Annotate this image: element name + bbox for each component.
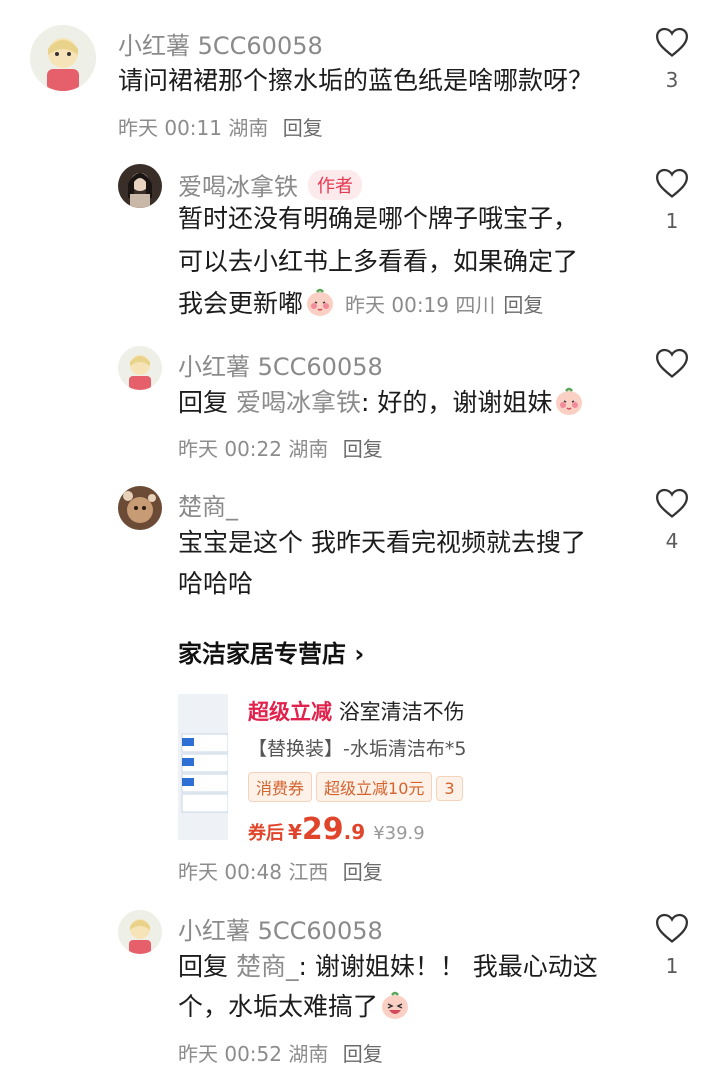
avatar[interactable] xyxy=(118,346,162,390)
username[interactable]: 爱喝冰拿铁 作者 xyxy=(178,167,362,202)
comment-text: 我会更新嘟 xyxy=(178,289,304,318)
comment-text: 回复 爱喝冰拿铁: 好的，谢谢姐妹 xyxy=(178,384,584,422)
timestamp: 昨天 00:19 xyxy=(345,293,450,317)
product-price: 券后 ¥29.9 ¥39.9 xyxy=(248,812,425,847)
comment-meta: 昨天 00:11 湖南 回复 xyxy=(118,112,323,141)
comment-meta: 昨天 00:52 湖南 回复 xyxy=(178,1038,383,1067)
location: 湖南 xyxy=(288,1042,329,1066)
author-badge: 作者 xyxy=(308,170,362,200)
like-button[interactable]: 1 xyxy=(652,167,692,233)
product-subtitle: 【替换装】-水垢清洁布*5 xyxy=(248,738,467,760)
username[interactable]: 小红薯 5CC60058 xyxy=(178,911,383,946)
comment-text: 可以去小红书上多看看，如果确定了 xyxy=(178,247,579,276)
promo-tag: 3 xyxy=(436,776,463,801)
reply-button[interactable]: 回复 xyxy=(343,1042,383,1066)
product-title: 超级立减 浴室清洁不伤 xyxy=(248,696,465,726)
location: 四川 xyxy=(455,293,496,317)
promo-tags: 消费券 超级立减10元 3 xyxy=(248,772,467,802)
comment-meta: 昨天 00:48 江西 回复 xyxy=(178,856,383,885)
product-title-text: 浴室清洁不伤 xyxy=(338,700,465,724)
comment-meta: 昨天 00:19 四川 回复 xyxy=(345,293,543,317)
comment-text: 宝宝是这个 我昨天看完视频就去搜了 xyxy=(178,528,586,557)
heart-icon xyxy=(655,348,689,378)
like-count: 4 xyxy=(665,529,679,553)
heart-icon xyxy=(655,913,689,943)
comment-text-last-line: 我会更新嘟 昨天 00:19 四川 回复 xyxy=(178,285,543,324)
like-button[interactable] xyxy=(652,347,692,379)
original-price: ¥39.9 xyxy=(373,823,425,844)
reply-button[interactable]: 回复 xyxy=(343,860,383,884)
like-count: 3 xyxy=(665,68,679,92)
shy-blush-emoji xyxy=(305,287,335,317)
like-button[interactable]: 3 xyxy=(652,26,692,92)
laughing-emoji xyxy=(380,990,410,1020)
timestamp: 昨天 00:48 xyxy=(178,860,282,884)
avatar[interactable] xyxy=(30,25,96,91)
reply-text: : 谢谢姐妹！！ 我最心动这 xyxy=(298,952,598,981)
reply-target-username[interactable]: 楚商_ xyxy=(236,952,299,981)
timestamp: 昨天 00:52 xyxy=(178,1042,282,1066)
heart-icon xyxy=(655,27,689,57)
reply-text: 个，水垢太难搞了 xyxy=(178,992,379,1021)
reply-button[interactable]: 回复 xyxy=(343,437,383,461)
avatar[interactable] xyxy=(118,164,162,208)
location: 湖南 xyxy=(288,437,329,461)
like-button[interactable]: 1 xyxy=(652,912,692,978)
reply-target-username[interactable]: 爱喝冰拿铁 xyxy=(236,388,361,417)
like-count: 1 xyxy=(665,209,679,233)
reply-text: : 好的，谢谢姐妹 xyxy=(360,388,553,417)
comment-text: 回复 楚商_: 谢谢姐妹！！ 我最心动这 xyxy=(178,948,598,986)
username-text[interactable]: 爱喝冰拿铁 xyxy=(178,173,298,201)
username[interactable]: 楚商_ xyxy=(178,487,238,522)
price-decimal: .9 xyxy=(343,820,366,844)
price-integer: 29 xyxy=(301,812,344,847)
promo-tag: 消费券 xyxy=(248,772,313,802)
comment-text: 请问裙裙那个擦水垢的蓝色纸是啥哪款呀？ xyxy=(118,66,594,95)
heart-icon xyxy=(655,488,689,518)
price-prefix: 券后 xyxy=(248,823,284,844)
reply-prefix: 回复 xyxy=(178,952,229,981)
reply-prefix: 回复 xyxy=(178,388,229,417)
promo-highlight: 超级立减 xyxy=(248,700,332,724)
comment-text: 个，水垢太难搞了 xyxy=(178,988,410,1026)
reply-button[interactable]: 回复 xyxy=(503,293,543,317)
username[interactable]: 小红薯 5CC60058 xyxy=(118,26,323,61)
avatar[interactable] xyxy=(118,910,162,954)
timestamp: 昨天 00:11 xyxy=(118,116,222,140)
like-button[interactable]: 4 xyxy=(652,487,692,553)
reply-button[interactable]: 回复 xyxy=(283,116,323,140)
currency-symbol: ¥ xyxy=(288,820,302,844)
shy-blush-emoji xyxy=(554,386,584,416)
shop-name-link[interactable]: 家洁家居专营店 › xyxy=(178,634,364,669)
comment-meta: 昨天 00:22 湖南 回复 xyxy=(178,433,383,462)
product-card[interactable]: 家洁家居专营店 › 超级立减 浴室清洁不伤 【替换装】-水垢清洁布*5 消费券超… xyxy=(178,622,474,850)
promo-tag: 超级立减10元 xyxy=(316,772,433,802)
comment-text: 哈哈哈 xyxy=(178,569,254,598)
location: 湖南 xyxy=(228,116,269,140)
like-count: 1 xyxy=(665,954,679,978)
timestamp: 昨天 00:22 xyxy=(178,437,282,461)
product-image[interactable] xyxy=(178,694,229,840)
comment-text: 暂时还没有明确是哪个牌子哦宝子， xyxy=(178,204,579,233)
heart-icon xyxy=(655,168,689,198)
avatar[interactable] xyxy=(118,486,162,530)
location: 江西 xyxy=(288,860,329,884)
username[interactable]: 小红薯 5CC60058 xyxy=(178,347,383,382)
